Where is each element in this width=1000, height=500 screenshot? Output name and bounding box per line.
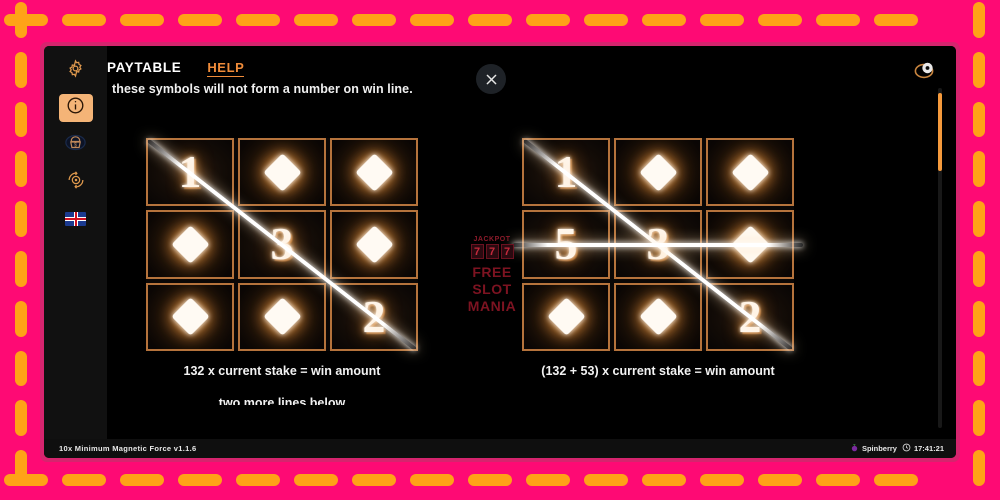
game-screen: $ PAYTABLE HELP these symbols will not f… — [44, 46, 956, 458]
diamond-symbol-icon — [730, 225, 770, 264]
diamond-symbol-icon — [546, 297, 586, 336]
svg-text:$: $ — [74, 142, 77, 148]
provider-name: Spinberry — [861, 444, 897, 453]
autoplay-icon — [66, 170, 86, 195]
reel-cell: 2 — [330, 282, 418, 351]
paytable-header: PAYTABLE HELP — [107, 60, 245, 77]
clock-time: 17:41:21 — [913, 444, 944, 453]
symbol-number: 3 — [270, 218, 294, 270]
gear-icon — [66, 59, 85, 83]
sidebar-item-autoplay[interactable] — [59, 168, 93, 196]
content-scrollbar[interactable] — [938, 88, 942, 428]
diamond-symbol-icon — [170, 297, 210, 336]
example-caption-1: 132 x current stake = win amount — [183, 364, 381, 378]
paytable-example-grid-2: 1 5 3 2 — [513, 138, 803, 352]
help-link[interactable]: HELP — [207, 60, 245, 77]
reel-cell — [330, 138, 418, 207]
reel-cell — [146, 282, 234, 351]
symbol-number: 5 — [554, 218, 578, 270]
frame-dashes-right — [973, 0, 985, 500]
watermark-reel: 7 — [485, 244, 499, 259]
symbol-number: 2 — [362, 290, 386, 342]
frame-dashes-left — [15, 0, 27, 500]
sidebar-item-bet-limits[interactable]: $ — [59, 131, 93, 159]
diamond-symbol-icon — [730, 153, 770, 192]
watermark-line: SLOT — [472, 281, 512, 297]
clock-icon — [902, 443, 911, 454]
watermark-reels-icon: 7 7 7 — [459, 244, 525, 259]
reel-cell — [522, 282, 610, 351]
status-bar-right: Spinberry 17:41:21 — [850, 443, 944, 454]
reel-cell — [330, 210, 418, 279]
frame-dashes-bottom — [0, 474, 1000, 486]
reel-cell — [614, 138, 702, 207]
diamond-symbol-icon — [638, 297, 678, 336]
diamond-symbol-icon — [638, 153, 678, 192]
reel-cell — [706, 210, 794, 279]
berry-icon — [850, 443, 859, 454]
watermark-line: FREE — [472, 264, 512, 280]
reel-cell: 1 — [522, 138, 610, 207]
diamond-symbol-icon — [262, 153, 302, 192]
site-watermark: JACKPOT 7 7 7 FREE SLOT MANIA — [459, 236, 525, 315]
frame-dashes-top — [0, 14, 1000, 26]
reel-cell: 1 — [146, 138, 234, 207]
watermark-line: MANIA — [467, 298, 517, 314]
scrollbar-thumb[interactable] — [938, 93, 942, 171]
symbol-number: 3 — [646, 218, 670, 270]
diamond-symbol-icon — [354, 153, 394, 192]
cut-off-text-line: two more lines below — [218, 396, 346, 405]
reel-cell: 3 — [614, 210, 702, 279]
reel-cell: 3 — [238, 210, 326, 279]
watermark-reel: 7 — [500, 244, 514, 259]
page-title: PAYTABLE — [107, 60, 182, 75]
uk-flag-icon — [65, 212, 86, 226]
sidebar-item-language[interactable] — [59, 205, 93, 233]
close-button[interactable] — [476, 64, 506, 94]
symbol-number: 2 — [738, 290, 762, 342]
provider-brand: Spinberry — [850, 443, 897, 454]
symbol-number: 1 — [554, 146, 578, 198]
game-version-label: 10x Minimum Magnetic Force v1.1.6 — [59, 444, 197, 453]
reel-cell — [238, 138, 326, 207]
sidebar-item-paytable[interactable] — [58, 94, 93, 122]
reel-cell — [706, 138, 794, 207]
sound-toggle-button[interactable] — [912, 59, 938, 85]
watermark-jackpot-label: JACKPOT — [473, 236, 511, 243]
money-lock-icon: $ — [65, 132, 86, 158]
clock: 17:41:21 — [902, 443, 944, 454]
diamond-symbol-icon — [262, 297, 302, 336]
sidebar-item-settings[interactable] — [59, 57, 93, 85]
close-icon — [486, 74, 497, 85]
example-caption-2: (132 + 53) x current stake = win amount — [541, 364, 775, 378]
paytable-example-grid-1: 1 3 2 — [146, 138, 418, 352]
reel-cell: 5 — [522, 210, 610, 279]
diamond-symbol-icon — [354, 225, 394, 264]
eye-icon — [913, 58, 937, 87]
reel-cell: 2 — [706, 282, 794, 351]
symbol-number: 1 — [178, 146, 202, 198]
reel-cell — [238, 282, 326, 351]
diamond-symbol-icon — [170, 225, 210, 264]
paytable-subtitle: these symbols will not form a number on … — [112, 82, 413, 96]
reel-cell — [614, 282, 702, 351]
watermark-reel: 7 — [470, 244, 484, 259]
status-bar: 10x Minimum Magnetic Force v1.1.6 Spinbe… — [44, 439, 956, 458]
left-sidebar: $ — [44, 46, 107, 439]
reel-cell — [146, 210, 234, 279]
info-icon — [66, 96, 85, 120]
